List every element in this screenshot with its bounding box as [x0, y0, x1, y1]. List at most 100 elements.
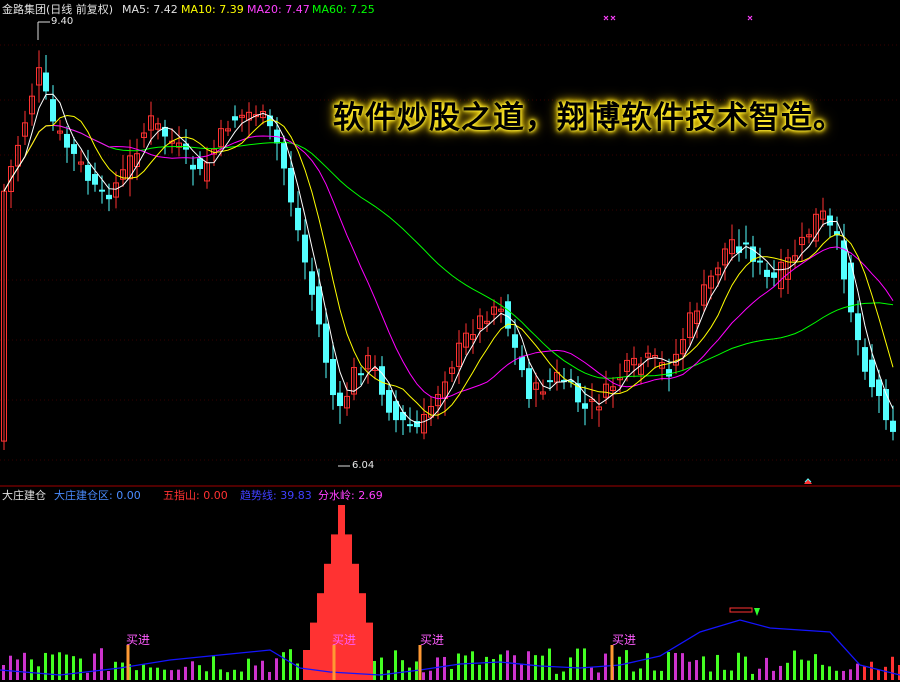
indicator-bar	[394, 650, 397, 680]
indicator-bar	[870, 661, 873, 680]
indicator-bar	[709, 671, 712, 680]
candle-body	[337, 392, 343, 407]
candle-body	[666, 369, 672, 377]
signal-flag	[729, 607, 760, 616]
indicator-bar	[338, 505, 345, 680]
candle-body	[302, 234, 308, 263]
indicator-bar	[653, 670, 656, 680]
indicator-bar	[408, 667, 411, 680]
indicator-bar	[793, 650, 796, 680]
indicator-bar	[856, 663, 859, 680]
indicator-bar	[590, 667, 593, 680]
indicator-bar	[660, 670, 663, 680]
indicator-bar	[65, 654, 68, 680]
indicator-bar	[506, 650, 509, 680]
indicator-bar	[555, 673, 558, 680]
indicator-bar	[520, 663, 523, 680]
indicator-bar	[429, 670, 432, 680]
indicator-bar	[821, 664, 824, 680]
indicator-bar	[485, 656, 488, 680]
indicator-bar	[149, 667, 152, 680]
indicator-bar	[233, 669, 236, 680]
indicator-bar	[772, 670, 775, 680]
indicator-bar	[387, 670, 390, 680]
buy-label-3: 买进	[420, 633, 445, 647]
indicator-bar	[835, 670, 838, 680]
indicator-trend: 趋势线: 39.83	[240, 489, 312, 502]
candle-body	[526, 368, 532, 399]
indicator-bar	[163, 669, 166, 680]
indicator-bar	[541, 655, 544, 680]
ma60-value: MA60: 7.25	[312, 3, 375, 16]
indicator-bar	[667, 652, 670, 680]
indicator-bar	[744, 656, 747, 680]
indicator-bar	[765, 657, 768, 680]
indicator-bar	[674, 652, 677, 680]
indicator-bar	[205, 671, 208, 680]
candle-body	[407, 424, 413, 427]
indicator-bar	[51, 654, 54, 680]
indicator-bar	[513, 655, 516, 680]
indicator-bar	[583, 648, 586, 680]
indicator-bar	[597, 672, 600, 680]
indicator-bar	[198, 665, 201, 680]
indicator-bar	[254, 665, 257, 680]
indicator-bar	[324, 563, 331, 680]
indicator-bar	[527, 651, 530, 680]
indicator-bar	[450, 668, 453, 680]
indicator-bar	[352, 563, 359, 680]
indicator-bar	[569, 657, 572, 680]
indicator-bar	[436, 657, 439, 680]
buy-label-4: 买进	[612, 633, 637, 647]
candle-body	[379, 366, 385, 395]
candle-body	[232, 116, 238, 121]
indicator-bar	[877, 669, 880, 680]
indicator-bar	[716, 654, 719, 680]
candle-body	[519, 356, 525, 371]
indicator-bar	[177, 669, 180, 680]
candle-body	[288, 167, 294, 203]
indicator-bar	[2, 665, 5, 680]
candle-body	[309, 271, 315, 295]
indicator-bar	[72, 656, 75, 680]
indicator-bar	[261, 660, 264, 680]
candle-body	[50, 99, 56, 122]
ma10-value: MA10: 7.39	[181, 3, 244, 16]
indicator-bar	[219, 669, 222, 680]
candle-body	[64, 133, 70, 148]
indicator-bar	[751, 673, 754, 680]
high-marker	[37, 21, 50, 40]
indicator-name: 大庄建仓	[2, 489, 46, 502]
indicator-bar	[534, 655, 537, 680]
indicator-bar	[499, 654, 502, 680]
candle-body	[330, 358, 336, 396]
indicator-bar	[702, 656, 705, 680]
candle-body	[99, 189, 105, 192]
buy-label-2: 买进	[332, 633, 357, 647]
indicator-bar	[247, 658, 250, 680]
indicator-bar	[93, 653, 96, 680]
indicator-bar	[891, 656, 894, 680]
candle-body	[827, 215, 833, 226]
candle-body	[869, 359, 875, 388]
indicator-bar	[625, 650, 628, 680]
indicator-bar	[275, 658, 278, 680]
indicator-bar	[184, 666, 187, 680]
indicator-bar	[842, 670, 845, 680]
indicator-bar	[723, 669, 726, 680]
indicator-bar	[310, 622, 317, 680]
candle-body	[393, 401, 399, 421]
indicator-bar	[863, 666, 866, 680]
indicator-bar	[114, 661, 117, 680]
indicator-bar	[380, 657, 383, 680]
indicator-bar	[478, 664, 481, 680]
low-price-label: 6.04	[352, 460, 375, 471]
indicator-bar	[289, 649, 292, 680]
indicator-bar	[849, 669, 852, 680]
high-price-label: 9.40	[51, 16, 74, 27]
indicator-bar	[9, 655, 12, 680]
indicator-bar	[135, 670, 138, 680]
candle-body	[512, 334, 518, 348]
candle-body	[743, 242, 749, 245]
candle-body	[281, 143, 287, 169]
